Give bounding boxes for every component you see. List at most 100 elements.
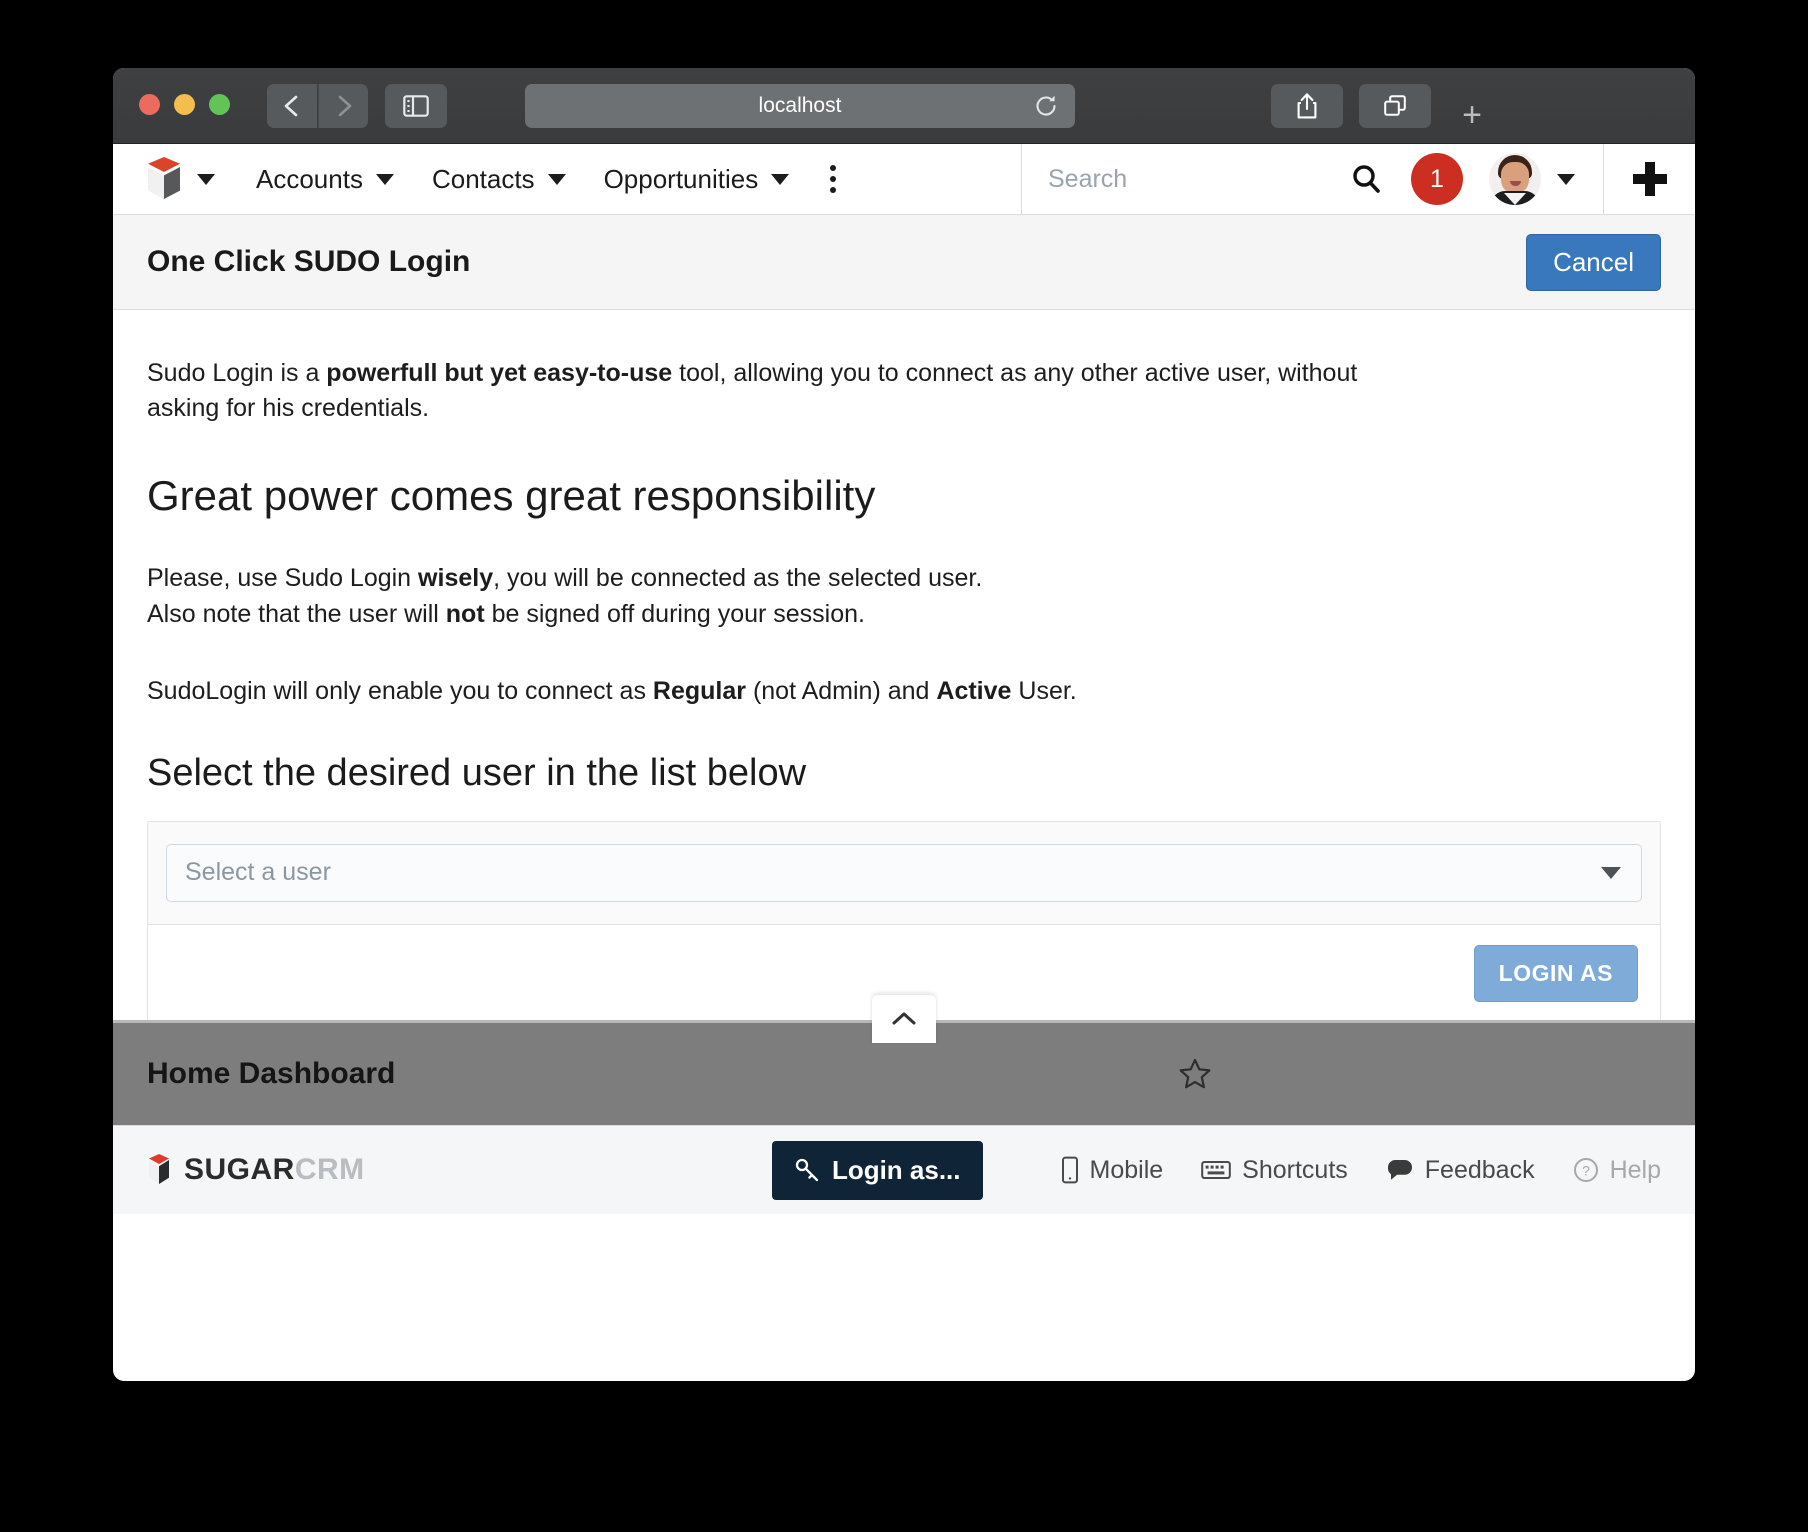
nav-module-label: Opportunities	[603, 163, 759, 194]
dashboard-collapse-handle[interactable]	[872, 995, 936, 1043]
usage1-prefix: Please, use Sudo Login	[147, 564, 419, 592]
intro-prefix: Sudo Login is a	[147, 359, 327, 387]
usage2-suffix: be signed off during your session.	[484, 600, 865, 629]
cancel-button[interactable]: Cancel	[1526, 233, 1661, 291]
page-header: One Click SUDO Login Cancel	[113, 215, 1695, 310]
keyboard-icon	[1201, 1161, 1231, 1179]
footer-link-shortcuts[interactable]: Shortcuts	[1201, 1156, 1348, 1185]
wordmark-sugar: SUGAR	[184, 1153, 295, 1186]
minimize-window-button[interactable]	[174, 94, 195, 115]
footer-wordmark: SUGARCRM	[184, 1153, 365, 1187]
usage1-bold: wisely	[418, 564, 494, 592]
navbar-right-group: Search 1	[1021, 144, 1695, 214]
back-button[interactable]	[267, 84, 317, 128]
app-footer: SUGARCRM Login as... Mobile Shortcuts Fe…	[113, 1125, 1695, 1214]
nav-module-label: Accounts	[256, 163, 363, 194]
sugarcrm-cube-logo	[145, 157, 183, 201]
search-area[interactable]: Search	[1021, 144, 1411, 214]
crm-navbar: Accounts Contacts Opportunities Search 1	[113, 144, 1695, 215]
share-button[interactable]	[1271, 84, 1343, 128]
restriction-prefix: SudoLogin will only enable you to connec…	[147, 676, 653, 705]
comment-icon	[1387, 1160, 1412, 1180]
chevron-down-icon[interactable]	[771, 173, 790, 185]
sidebar-toggle-button[interactable]	[385, 84, 447, 128]
mobile-icon	[1061, 1156, 1078, 1184]
wordmark-crm: CRM	[294, 1153, 365, 1186]
tab-overview-icon	[1384, 95, 1406, 116]
footer-logo: SUGARCRM	[147, 1153, 365, 1187]
main-content: Sudo Login is a powerfull but yet easy-t…	[113, 310, 1695, 1023]
new-tab-button[interactable]: +	[1443, 84, 1501, 146]
heading-great-power: Great power comes great responsibility	[147, 472, 876, 519]
chevron-up-icon	[892, 1012, 916, 1025]
sidebar-toggle-icon	[403, 95, 429, 117]
chevron-down-icon[interactable]	[1557, 173, 1575, 185]
quick-create-button[interactable]	[1603, 144, 1695, 214]
chevron-down-icon[interactable]	[547, 173, 566, 185]
user-menu[interactable]	[1489, 153, 1603, 205]
browser-titlebar: localhost +	[113, 68, 1695, 144]
footer-login-as-label: Login as...	[831, 1154, 961, 1185]
address-bar[interactable]: localhost	[525, 84, 1075, 128]
footer-link-help[interactable]: ? Help	[1573, 1156, 1661, 1185]
restriction-paragraph: SudoLogin will only enable you to connec…	[147, 677, 1661, 706]
user-select-value: Select a user	[185, 858, 331, 886]
restriction-bold-regular: Regular	[652, 676, 746, 705]
chevron-left-icon	[284, 95, 298, 117]
star-outline-icon	[1179, 1058, 1211, 1089]
footer-link-mobile[interactable]: Mobile	[1061, 1155, 1164, 1185]
user-select-dropdown[interactable]: Select a user	[166, 843, 1642, 902]
usage1-suffix: , you will be connected as the selected …	[493, 564, 983, 592]
usage-line-2: Also note that the user will not be sign…	[147, 596, 1661, 632]
footer-link-label: Feedback	[1424, 1155, 1535, 1184]
sugarcrm-cube-logo	[147, 1154, 171, 1186]
login-as-button[interactable]: LOGIN AS	[1473, 944, 1638, 1002]
forward-button[interactable]	[318, 84, 368, 128]
intro-paragraph: Sudo Login is a powerfull but yet easy-t…	[147, 356, 1397, 426]
kebab-menu-icon[interactable]	[808, 165, 858, 193]
chevron-down-icon[interactable]	[375, 173, 394, 185]
notification-count: 1	[1430, 164, 1444, 193]
sidebar-item-contacts[interactable]: Contacts	[413, 164, 585, 195]
intro-bold: powerfull but yet easy-to-use	[326, 359, 673, 387]
footer-link-label: Mobile	[1089, 1155, 1164, 1184]
user-select-row: Select a user	[148, 822, 1660, 925]
notification-badge[interactable]: 1	[1411, 153, 1463, 205]
footer-actions: Login as... Mobile Shortcuts Feedback ? …	[771, 1140, 1661, 1200]
usage-line-1: Please, use Sudo Login wisely, you will …	[147, 560, 1661, 596]
dashboard-strip: Home Dashboard	[113, 995, 1695, 1125]
svg-text:?: ?	[1582, 1163, 1590, 1179]
window-controls	[139, 94, 230, 115]
maximize-window-button[interactable]	[209, 94, 230, 115]
sugarcrm-home-button[interactable]	[113, 157, 237, 201]
sidebar-item-accounts[interactable]: Accounts	[237, 164, 413, 195]
sidebar-item-opportunities[interactable]: Opportunities	[585, 164, 809, 195]
plus-icon	[1632, 162, 1667, 196]
share-icon	[1297, 93, 1317, 119]
usage2-bold: not	[445, 600, 485, 629]
footer-login-as-button[interactable]: Login as...	[771, 1140, 983, 1200]
usage2-prefix: Also note that the user will	[147, 600, 446, 629]
reload-button[interactable]	[1033, 93, 1059, 119]
chevron-right-icon	[338, 95, 351, 117]
user-select-panel: Select a user LOGIN AS	[147, 820, 1661, 1023]
browser-window: localhost + Accounts Contacts Opportunit…	[113, 68, 1695, 1381]
key-icon	[795, 1158, 819, 1182]
help-circle-icon: ?	[1573, 1158, 1598, 1182]
new-tab-label: +	[1462, 95, 1482, 134]
avatar[interactable]	[1489, 153, 1541, 205]
search-input[interactable]: Search	[1048, 165, 1321, 194]
close-window-button[interactable]	[139, 94, 160, 115]
search-icon[interactable]	[1321, 162, 1411, 196]
restriction-mid: (not Admin) and	[746, 676, 937, 705]
chevron-down-icon	[197, 173, 215, 185]
tab-overview-button[interactable]	[1359, 84, 1431, 128]
footer-link-feedback[interactable]: Feedback	[1386, 1156, 1535, 1185]
dashboard-title: Home Dashboard	[147, 1057, 396, 1090]
url-text: localhost	[758, 94, 842, 117]
restriction-suffix: User.	[1011, 676, 1077, 705]
heading-select-user: Select the desired user in the list belo…	[147, 751, 807, 794]
reload-icon	[1036, 95, 1056, 116]
chevron-down-icon	[1601, 866, 1621, 879]
favorite-star-button[interactable]	[1178, 1057, 1212, 1091]
